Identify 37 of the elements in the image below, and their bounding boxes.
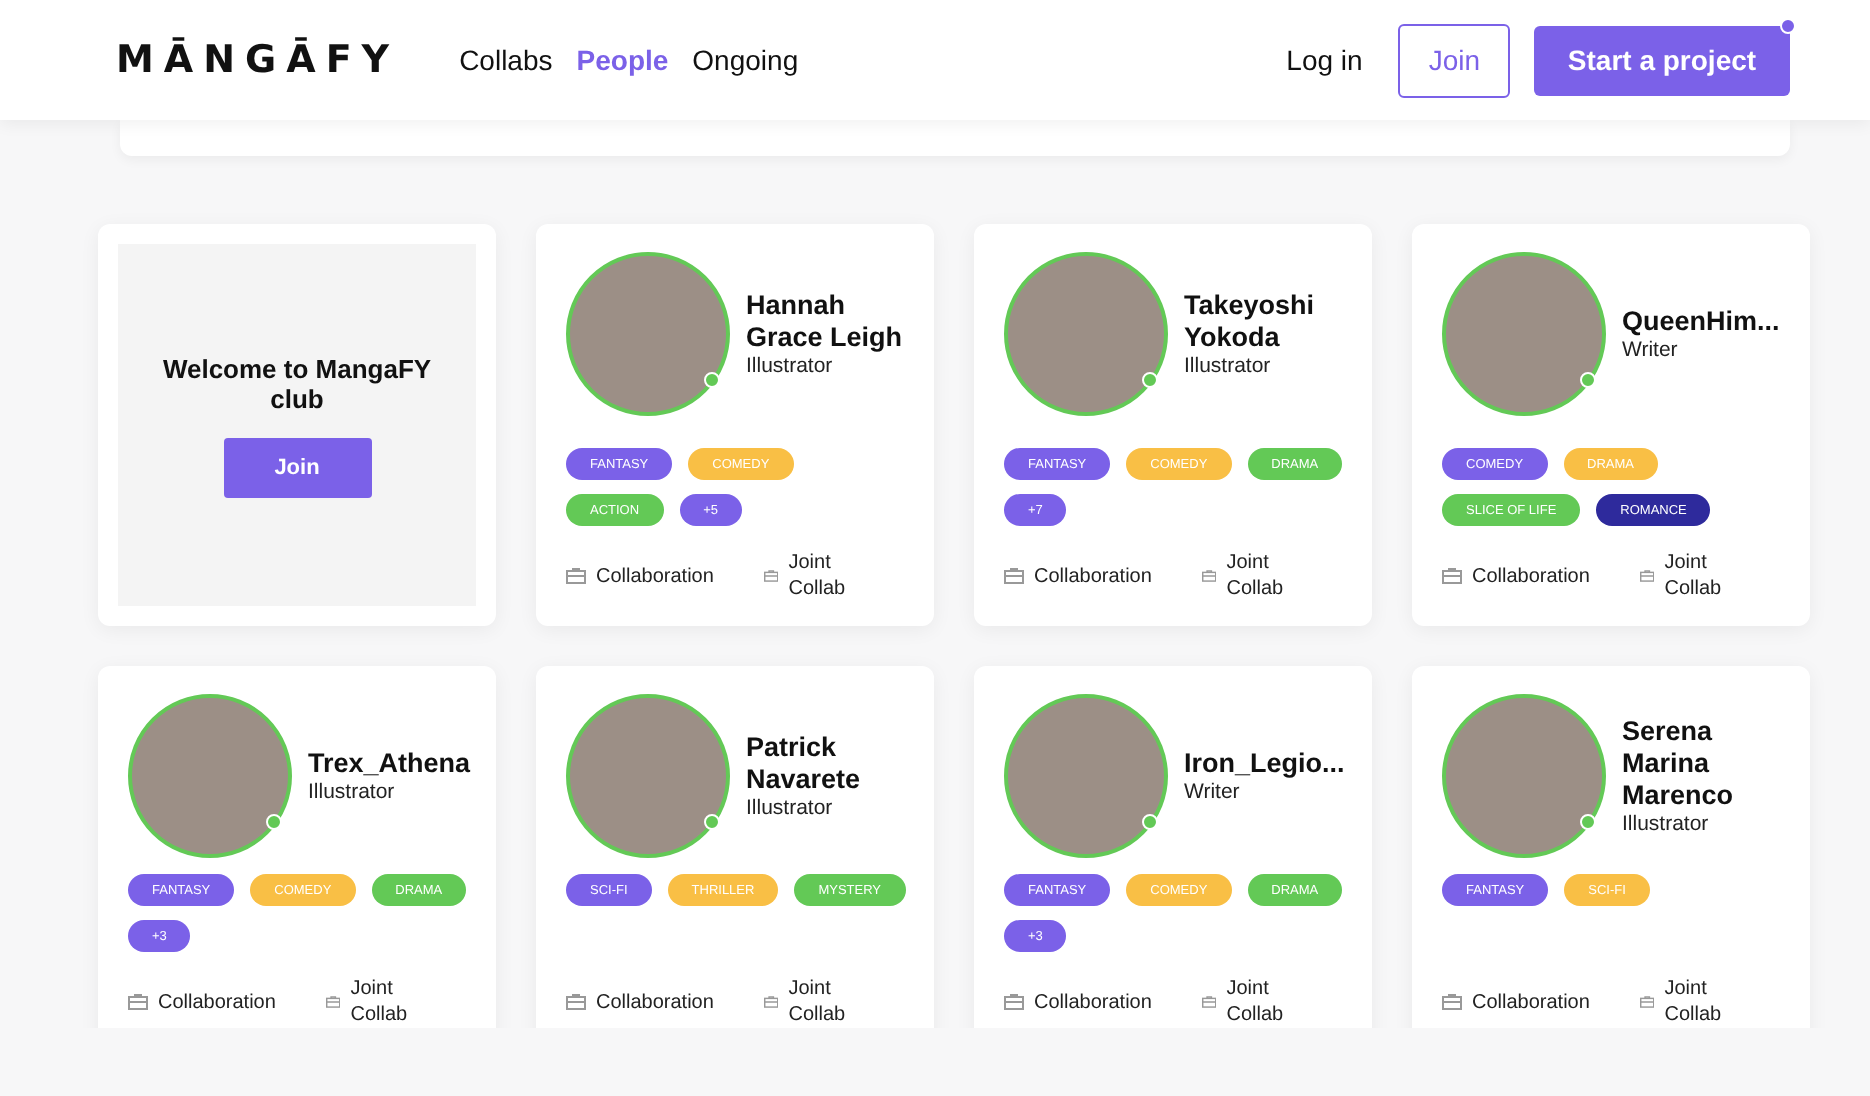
collab-link[interactable]: Joint Collab	[326, 976, 426, 1028]
collab-link[interactable]: Collaboration	[566, 989, 736, 1015]
person-role: Illustrator	[1184, 354, 1273, 378]
collab-link[interactable]: Collaboration	[1004, 563, 1174, 589]
person-name[interactable]: Trex_Athena	[308, 748, 471, 780]
collab-link[interactable]: Joint Collab	[764, 976, 864, 1028]
person-name[interactable]: Patrick Navarete	[746, 732, 906, 796]
join-button[interactable]: Join	[223, 437, 371, 497]
person-name[interactable]: Serena Marina Marenco	[1622, 716, 1782, 812]
nav-link[interactable]: Collabs	[459, 44, 553, 76]
nav-link[interactable]: People	[576, 44, 669, 76]
collab-link[interactable]: Joint Collab	[764, 550, 864, 602]
person-role: Writer	[1622, 338, 1680, 362]
collab-link[interactable]: Joint Collab	[1202, 550, 1302, 602]
person-role: Illustrator	[746, 354, 835, 378]
person-role: Writer	[1184, 780, 1242, 804]
person-role: Illustrator	[1622, 812, 1711, 836]
logo[interactable]: MĀNGĀFY	[116, 38, 400, 82]
collab-link[interactable]: Joint Collab	[1202, 976, 1302, 1028]
collab-link[interactable]: Collaboration	[1442, 563, 1612, 589]
person-name[interactable]: QueenHim...	[1622, 306, 1780, 338]
person-name[interactable]: Takeyoshi Yokoda	[1184, 290, 1344, 354]
nav-link[interactable]: Ongoing	[692, 44, 799, 76]
person-name[interactable]: Hannah Grace Leigh	[746, 290, 906, 354]
collab-link[interactable]: Joint Collab	[1640, 550, 1740, 602]
collab-link[interactable]: Collaboration	[128, 989, 298, 1015]
collab-link[interactable]: Collaboration	[566, 563, 736, 589]
start-project-button[interactable]: Start a project	[1534, 25, 1790, 95]
person-name[interactable]: Iron_Legio...	[1184, 748, 1345, 780]
collab-link[interactable]: Joint Collab	[1640, 976, 1740, 1028]
person-role: Illustrator	[308, 780, 397, 804]
join-button[interactable]: Join	[1398, 23, 1510, 97]
person-role: Illustrator	[746, 796, 835, 820]
welcome-title: Welcome to MangaFY club	[160, 353, 434, 413]
collab-link[interactable]: Collaboration	[1004, 989, 1174, 1015]
collab-link[interactable]: Collaboration	[1442, 989, 1612, 1015]
login-link[interactable]: Log in	[1286, 44, 1363, 76]
